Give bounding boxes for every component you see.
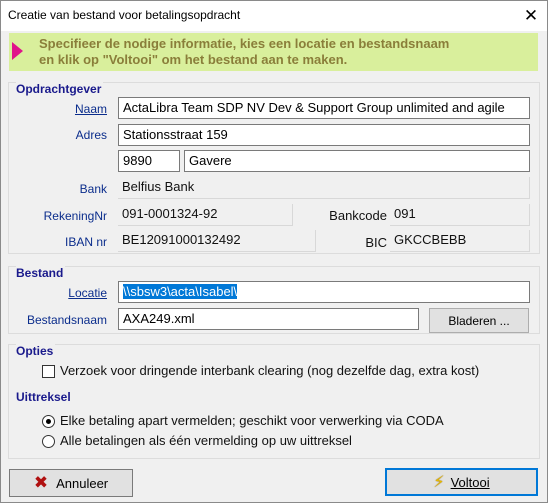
close-button[interactable]: ✕: [515, 1, 547, 31]
naam-input[interactable]: ActaLibra Team SDP NV Dev & Support Grou…: [118, 97, 530, 119]
info-text: Specifieer de nodige informatie, kies ee…: [39, 36, 450, 67]
rekening-label: RekeningNr: [43, 209, 107, 223]
group-title-opdrachtgever: Opdrachtgever: [16, 82, 104, 96]
dialog-window: Creatie van bestand voor betalingsopdrac…: [0, 0, 548, 503]
finish-button[interactable]: ⚡ Voltooi: [385, 468, 538, 496]
bankcode-value: 091: [390, 204, 530, 226]
bestandsnaam-label: Bestandsnaam: [26, 313, 107, 327]
group-title-bestand: Bestand: [16, 266, 66, 280]
bestandsnaam-input[interactable]: AXA249.xml: [118, 308, 419, 330]
bank-value: Belfius Bank: [118, 177, 530, 199]
title-bar: Creatie van bestand voor betalingsopdrac…: [1, 1, 547, 31]
group-title-opties: Opties: [16, 344, 56, 358]
locatie-selected-text: \\sbsw3\acta\Isabel\: [123, 284, 238, 299]
window-title: Creatie van bestand voor betalingsopdrac…: [8, 8, 241, 22]
group-opties: Opties Verzoek voor dringende interbank …: [8, 344, 540, 459]
finish-button-label: Voltooi: [450, 474, 490, 490]
locatie-label: Locatie: [68, 286, 107, 300]
iban-value: BE12091000132492: [118, 230, 316, 252]
rekening-value: 091-0001324-92: [118, 204, 293, 226]
bank-label: Bank: [79, 182, 107, 196]
info-banner: Specifieer de nodige informatie, kies ee…: [9, 33, 538, 71]
browse-button-label: Bladeren ...: [448, 313, 510, 328]
cancel-button-label: Annuleer: [56, 475, 109, 491]
group-title-uittreksel: Uittreksel: [16, 390, 73, 404]
group-bestand: Bestand Locatie \\sbsw3\acta\Isabel\ Bes…: [8, 266, 540, 334]
radio-een-vermelding[interactable]: [42, 435, 55, 448]
adres-label: Adres: [75, 128, 107, 142]
postcode-input[interactable]: 9890: [118, 150, 180, 172]
adres-input[interactable]: Stationsstraat 159: [118, 124, 530, 146]
bankcode-label: Bankcode: [329, 208, 387, 223]
dringend-checkbox[interactable]: [42, 365, 55, 378]
x-icon: ✖: [33, 473, 49, 492]
radio-apart[interactable]: [42, 415, 55, 428]
radio-een-vermelding-label[interactable]: Alle betalingen als één vermelding op uw…: [60, 433, 352, 448]
browse-button[interactable]: Bladeren ...: [429, 308, 529, 333]
cancel-button[interactable]: ✖ Annuleer: [9, 469, 133, 497]
lightning-icon: ⚡: [433, 474, 445, 491]
iban-label: IBAN nr: [64, 235, 107, 249]
locatie-input[interactable]: \\sbsw3\acta\Isabel\: [118, 281, 530, 303]
radio-apart-label[interactable]: Elke betaling apart vermelden; geschikt …: [60, 413, 444, 428]
bic-label: BIC: [365, 235, 387, 250]
arrow-icon: [12, 42, 23, 60]
bic-value: GKCCBEBB: [390, 230, 530, 252]
naam-label: Naam: [74, 102, 107, 116]
group-opdrachtgever: Opdrachtgever Naam ActaLibra Team SDP NV…: [8, 82, 540, 254]
gemeente-input[interactable]: Gavere: [184, 150, 530, 172]
dringend-checkbox-label[interactable]: Verzoek voor dringende interbank clearin…: [60, 363, 479, 378]
close-icon: ✕: [523, 6, 539, 25]
